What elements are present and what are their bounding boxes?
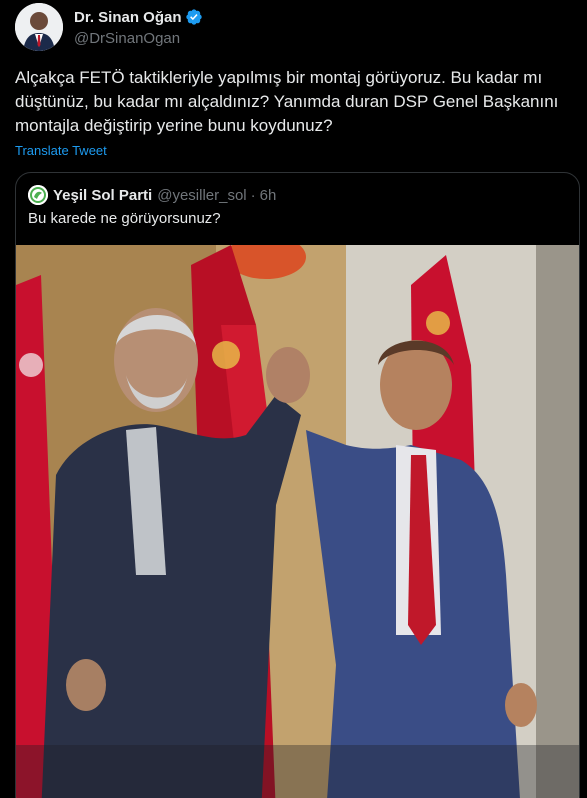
quoted-tweet[interactable]: Yeşil Sol Parti @yesiller_sol · 6h Bu ka… xyxy=(15,172,580,798)
quoted-author-display-name[interactable]: Yeşil Sol Parti xyxy=(53,187,152,204)
quoted-tweet-header: Yeşil Sol Parti @yesiller_sol · 6h xyxy=(28,185,276,205)
author-display-name[interactable]: Dr. Sinan Oğan xyxy=(74,9,182,26)
quoted-tweet-text: Bu karede ne görüyorsunuz? xyxy=(28,210,221,227)
photo-illustration xyxy=(16,245,579,798)
separator-dot: · xyxy=(250,186,256,204)
party-logo-icon[interactable] xyxy=(28,185,48,205)
tweet-text: Alçakça FETÖ taktikleriyle yapılmış bir … xyxy=(15,68,559,135)
quoted-timestamp[interactable]: 6h xyxy=(260,187,277,204)
verified-badge-icon xyxy=(185,8,203,26)
quoted-author-handle[interactable]: @yesiller_sol xyxy=(157,187,246,204)
tweet: Dr. Sinan Oğan @DrSinanOgan Alçakça FETÖ… xyxy=(0,0,587,798)
translate-tweet-link[interactable]: Translate Tweet xyxy=(15,143,107,158)
author-avatar[interactable] xyxy=(15,3,63,51)
tweet-header: Dr. Sinan Oğan @DrSinanOgan xyxy=(15,3,572,55)
author-handle[interactable]: @DrSinanOgan xyxy=(74,30,203,47)
author-names: Dr. Sinan Oğan @DrSinanOgan xyxy=(74,7,203,55)
quoted-tweet-photo[interactable] xyxy=(16,245,579,798)
